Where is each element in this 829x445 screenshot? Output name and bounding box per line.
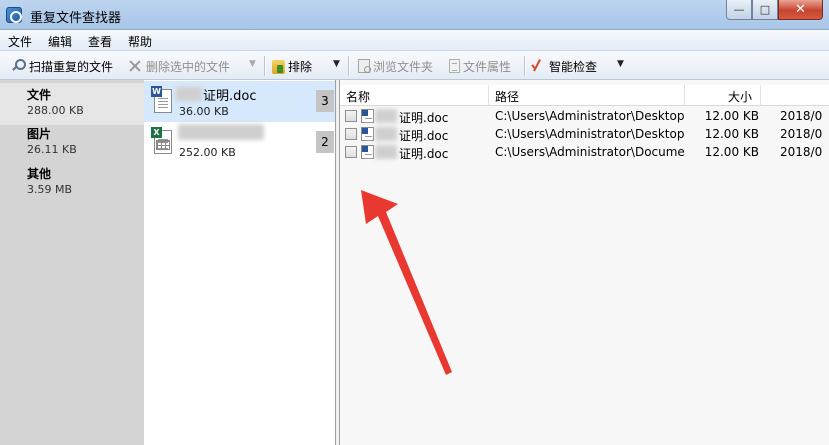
menu-file[interactable]: 文件 — [0, 30, 40, 51]
window-title: 重复文件查找器 — [30, 11, 122, 26]
row-checkbox[interactable] — [345, 128, 357, 140]
scan-duplicates-button[interactable]: 扫描重复的文件 — [10, 55, 113, 77]
title-bar: 重复文件查找器 — □ ✕ — [0, 0, 829, 30]
menu-bar: 文件 编辑 查看 帮助 — [0, 30, 829, 51]
app-icon — [6, 7, 22, 23]
delete-label: 删除选中的文件 — [146, 59, 231, 74]
column-header-path[interactable]: 路径 — [489, 85, 685, 106]
row-date: 2018/0 — [780, 145, 823, 159]
word-doc-icon — [361, 127, 374, 141]
category-size: 26.11 KB — [27, 143, 77, 156]
column-header-name[interactable]: 名称 — [340, 85, 489, 106]
delete-x-icon — [127, 58, 143, 74]
row-name: 证明.doc — [399, 147, 449, 161]
blurred-name-region — [178, 124, 264, 140]
row-size: 12.00 KB — [704, 145, 759, 159]
browse-folder-icon — [358, 59, 371, 73]
word-doc-icon — [361, 109, 374, 123]
properties-label: 文件属性 — [463, 59, 512, 74]
category-size: 288.00 KB — [27, 104, 84, 117]
group-count-badge: 2 — [316, 131, 334, 153]
toolbar-separator — [348, 56, 349, 76]
browse-folder-button[interactable]: 浏览文件夹 — [356, 55, 433, 77]
table-row[interactable]: 证明.doc C:\Users\Administrator\Desktop...… — [340, 107, 829, 125]
checkmark-icon — [530, 58, 546, 74]
blurred-name-region — [375, 109, 397, 123]
column-header-size[interactable]: 大小 — [685, 85, 761, 106]
menu-view[interactable]: 查看 — [80, 30, 120, 51]
toolbar: 扫描重复的文件 删除选中的文件 ▼ 排除 ▼ 浏览文件夹 文件属性 智能检查 ▼ — [0, 51, 829, 80]
excel-sheet-icon: X — [151, 127, 173, 157]
category-size: 3.59 MB — [27, 183, 73, 196]
row-name: 证明.doc — [399, 129, 449, 143]
exclude-label: 排除 — [288, 59, 313, 74]
exclude-button[interactable]: 排除 — [272, 55, 312, 77]
delete-selected-button[interactable]: 删除选中的文件 — [127, 55, 230, 77]
exclude-folder-icon — [272, 59, 285, 74]
smart-check-button[interactable]: 智能检查 — [530, 55, 597, 77]
category-name: 其他 — [27, 167, 52, 181]
row-date: 2018/0 — [780, 127, 823, 141]
table-row[interactable]: 证明.doc C:\Users\Administrator\Desktop 12… — [340, 125, 829, 143]
blurred-name-region — [375, 145, 397, 159]
group-size: 36.00 KB — [179, 105, 229, 118]
smart-check-dropdown-arrow[interactable]: ▼ — [617, 59, 624, 69]
browse-label: 浏览文件夹 — [373, 59, 434, 74]
row-checkbox[interactable] — [345, 146, 357, 158]
file-list-panel: 名称 路径 大小 证明.doc C:\Users\Administrator\D… — [340, 80, 829, 445]
word-doc-icon — [361, 145, 374, 159]
row-path: C:\Users\Administrator\Desktop... — [495, 109, 685, 123]
menu-edit[interactable]: 编辑 — [40, 30, 80, 51]
list-header: 名称 路径 大小 — [340, 85, 829, 106]
toolbar-separator — [524, 56, 525, 76]
column-header-date[interactable] — [761, 85, 829, 106]
category-panel: 文件 288.00 KB 图片 26.11 KB 其他 3.59 MB — [0, 80, 144, 445]
minimize-button[interactable]: — — [726, 0, 752, 20]
row-size: 12.00 KB — [704, 127, 759, 141]
group-item[interactable]: X 252.00 KB 2 — [144, 122, 335, 163]
toolbar-separator — [264, 56, 265, 76]
category-item-other[interactable]: 其他 3.59 MB — [0, 162, 144, 204]
close-button[interactable]: ✕ — [778, 0, 823, 20]
row-name: 证明.doc — [399, 111, 449, 125]
category-name: 文件 — [27, 88, 52, 102]
group-name: 证明.doc — [203, 89, 257, 104]
word-doc-icon: W — [151, 86, 173, 116]
file-properties-icon — [449, 59, 460, 73]
exclude-dropdown-arrow[interactable]: ▼ — [333, 59, 340, 69]
menu-help[interactable]: 帮助 — [120, 30, 160, 51]
row-size: 12.00 KB — [704, 109, 759, 123]
row-path: C:\Users\Administrator\Docume... — [495, 145, 685, 159]
group-count-badge: 3 — [316, 90, 334, 112]
row-date: 2018/0 — [780, 109, 823, 123]
word-badge: W — [151, 86, 162, 97]
blurred-name-region — [375, 127, 397, 141]
row-checkbox[interactable] — [345, 110, 357, 122]
scan-label: 扫描重复的文件 — [29, 59, 114, 74]
file-properties-button[interactable]: 文件属性 — [446, 55, 511, 77]
smart-check-label: 智能检查 — [549, 59, 598, 74]
category-item-images[interactable]: 图片 26.11 KB — [0, 122, 144, 164]
excel-badge: X — [151, 127, 162, 138]
category-name: 图片 — [27, 127, 52, 141]
maximize-button[interactable]: □ — [752, 0, 778, 20]
delete-dropdown-arrow[interactable]: ▼ — [249, 59, 256, 69]
row-path: C:\Users\Administrator\Desktop — [495, 127, 685, 141]
blurred-name-region — [176, 87, 202, 101]
group-item[interactable]: W 证明.doc 36.00 KB 3 — [144, 81, 335, 122]
magnifier-icon — [10, 58, 26, 74]
group-size: 252.00 KB — [179, 146, 236, 159]
table-row[interactable]: 证明.doc C:\Users\Administrator\Docume... … — [340, 143, 829, 161]
duplicate-groups-panel: W 证明.doc 36.00 KB 3 X 252.00 KB 2 — [144, 80, 335, 445]
category-item-files[interactable]: 文件 288.00 KB — [0, 83, 144, 125]
